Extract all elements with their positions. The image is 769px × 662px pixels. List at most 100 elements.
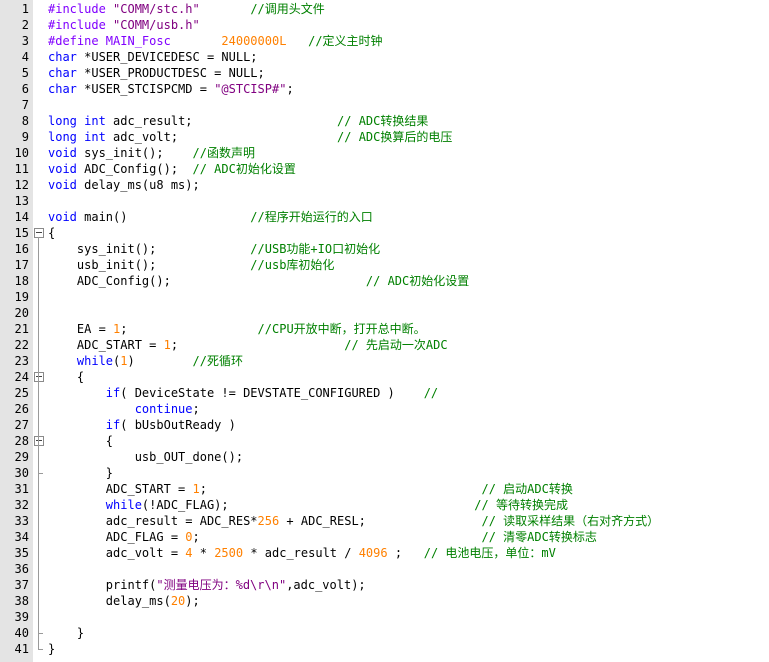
code-line[interactable]: 1 #include "COMM/stc.h" //调用头文件 bbox=[0, 1, 769, 17]
code-line[interactable]: 34 ADC_FLAG = 0; // 清零ADC转换标志 bbox=[0, 529, 769, 545]
token-cm: // bbox=[423, 386, 439, 400]
code-line[interactable]: 20 bbox=[0, 305, 769, 321]
code-line[interactable]: 17 usb_init(); //usb库初始化 bbox=[0, 257, 769, 273]
code-line[interactable]: 12 void delay_ms(u8 ms); bbox=[0, 177, 769, 193]
token-str: "COMM/stc.h" bbox=[113, 2, 200, 16]
code-line[interactable]: 24 { bbox=[0, 369, 769, 385]
token-pl: ; bbox=[120, 322, 258, 336]
token-cm: //定义主时钟 bbox=[308, 34, 383, 48]
code-line[interactable]: 11 void ADC_Config(); // ADC初始化设置 bbox=[0, 161, 769, 177]
code-line[interactable]: 15 { bbox=[0, 225, 769, 241]
code-text: void main() //程序开始运行的入口 bbox=[48, 209, 373, 225]
code-text: continue; bbox=[48, 401, 200, 417]
code-line[interactable]: 33 adc_result = ADC_RES*256 + ADC_RESL; … bbox=[0, 513, 769, 529]
code-line[interactable]: 19 bbox=[0, 289, 769, 305]
token-pl: ( DeviceState != DEVSTATE_CONFIGURED ) bbox=[120, 386, 424, 400]
code-line[interactable]: 30 } bbox=[0, 465, 769, 481]
code-line[interactable]: 7 bbox=[0, 97, 769, 113]
code-line[interactable]: 28 { bbox=[0, 433, 769, 449]
token-kw: char bbox=[48, 66, 77, 80]
token-num: 1 bbox=[192, 482, 200, 496]
code-line[interactable]: 29 usb_OUT_done(); bbox=[0, 449, 769, 465]
code-line[interactable]: 8 long int adc_result; // ADC转换结果 bbox=[0, 113, 769, 129]
token-pl: ; bbox=[199, 482, 482, 496]
code-line[interactable]: 6 char *USER_STCISPCMD = "@STCISP#"; bbox=[0, 81, 769, 97]
token-pl: { bbox=[48, 226, 56, 240]
code-text: } bbox=[48, 625, 84, 641]
code-text: void delay_ms(u8 ms); bbox=[48, 177, 200, 193]
token-kw: int bbox=[84, 114, 106, 128]
token-cm: // ADC初始化设置 bbox=[192, 162, 296, 176]
code-line[interactable]: 4 char *USER_DEVICEDESC = NULL; bbox=[0, 49, 769, 65]
code-line[interactable]: 3 #define MAIN_Fosc 24000000L //定义主时钟 bbox=[0, 33, 769, 49]
code-line[interactable]: 18 ADC_Config(); // ADC初始化设置 bbox=[0, 273, 769, 289]
code-line[interactable]: 36 bbox=[0, 561, 769, 577]
token-num: 2500 bbox=[214, 546, 244, 560]
token-pl: ; bbox=[192, 402, 200, 416]
code-line[interactable]: 23 while(1) //死循环 bbox=[0, 353, 769, 369]
code-line[interactable]: 13 bbox=[0, 193, 769, 209]
line-number: 37 bbox=[14, 578, 29, 592]
token-pl: } bbox=[48, 626, 85, 640]
code-line[interactable]: 5 char *USER_PRODUCTDESC = NULL; bbox=[0, 65, 769, 81]
code-line[interactable]: 39 bbox=[0, 609, 769, 625]
line-number: 11 bbox=[14, 162, 29, 176]
code-text: ADC_START = 1; // 启动ADC转换 bbox=[48, 481, 573, 497]
fold-toggle-icon[interactable] bbox=[34, 228, 44, 238]
code-line[interactable]: 41} bbox=[0, 641, 769, 657]
token-pl: EA = bbox=[48, 322, 114, 336]
fold-end-marker bbox=[38, 633, 43, 634]
token-pl: adc_volt; bbox=[105, 130, 338, 144]
fold-toggle-icon[interactable] bbox=[34, 436, 44, 446]
code-line[interactable]: 32 while(!ADC_FLAG); // 等待转换完成 bbox=[0, 497, 769, 513]
line-number: 10 bbox=[14, 146, 29, 160]
code-line[interactable]: 21 EA = 1; //CPU开放中断，打开总中断。 bbox=[0, 321, 769, 337]
token-pl: usb_init(); bbox=[48, 258, 251, 272]
line-number: 19 bbox=[14, 290, 29, 304]
token-pl: ADC_START = bbox=[48, 482, 193, 496]
line-number: 1 bbox=[21, 2, 29, 16]
code-text: usb_OUT_done(); bbox=[48, 449, 243, 465]
line-number: 36 bbox=[14, 562, 29, 576]
token-pl: ; bbox=[170, 338, 345, 352]
line-number: 27 bbox=[14, 418, 29, 432]
fold-guide-line bbox=[38, 237, 39, 649]
line-number: 15 bbox=[14, 226, 29, 240]
token-pl: * bbox=[192, 546, 215, 560]
code-line[interactable]: 40 } bbox=[0, 625, 769, 641]
token-kw: void bbox=[48, 210, 77, 224]
code-line[interactable]: 35 adc_volt = 4 * 2500 * adc_result / 40… bbox=[0, 545, 769, 561]
line-number: 26 bbox=[14, 402, 29, 416]
line-number: 13 bbox=[14, 194, 29, 208]
code-line[interactable]: 22 ADC_START = 1; // 先启动一次ADC bbox=[0, 337, 769, 353]
token-pp: #define MAIN_Fosc bbox=[48, 34, 222, 48]
code-line[interactable]: 27 if( bUsbOutReady ) bbox=[0, 417, 769, 433]
code-line[interactable]: 38 delay_ms(20); bbox=[0, 593, 769, 609]
code-line[interactable]: 2 #include "COMM/usb.h" bbox=[0, 17, 769, 33]
line-number: 40 bbox=[14, 626, 29, 640]
code-line[interactable]: 9 long int adc_volt; // ADC换算后的电压 bbox=[0, 129, 769, 145]
code-text: } bbox=[48, 641, 55, 657]
code-line[interactable]: 31 ADC_START = 1; // 启动ADC转换 bbox=[0, 481, 769, 497]
code-line[interactable]: 16 sys_init(); //USB功能+IO口初始化 bbox=[0, 241, 769, 257]
token-pl: ) bbox=[127, 354, 193, 368]
code-line[interactable]: 26 continue; bbox=[0, 401, 769, 417]
code-text: long int adc_result; // ADC转换结果 bbox=[48, 113, 428, 129]
code-line[interactable]: 37 printf("测量电压为：%d\r\n",adc_volt); bbox=[0, 577, 769, 593]
token-num: 20 bbox=[170, 594, 186, 608]
token-cm: // 启动ADC转换 bbox=[481, 482, 573, 496]
code-line[interactable]: 10 void sys_init(); //函数声明 bbox=[0, 145, 769, 161]
token-cm: // 先启动一次ADC bbox=[344, 338, 448, 352]
token-pl: main() bbox=[76, 210, 251, 224]
token-pl: * adc_result / bbox=[243, 546, 359, 560]
token-cm: // ADC转换结果 bbox=[337, 114, 429, 128]
line-number: 20 bbox=[14, 306, 29, 320]
code-line[interactable]: 25 if( DeviceState != DEVSTATE_CONFIGURE… bbox=[0, 385, 769, 401]
fold-toggle-icon[interactable] bbox=[34, 372, 44, 382]
code-text: ADC_START = 1; // 先启动一次ADC bbox=[48, 337, 448, 353]
token-pl: adc_volt = bbox=[48, 546, 186, 560]
code-line[interactable]: 14 void main() //程序开始运行的入口 bbox=[0, 209, 769, 225]
